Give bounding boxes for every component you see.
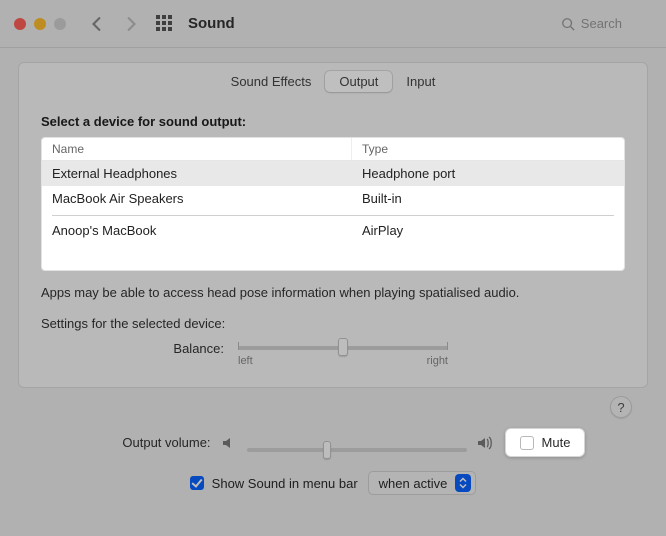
menubar-mode-value: when active	[379, 476, 448, 491]
mute-label: Mute	[542, 435, 571, 450]
output-device-heading: Select a device for sound output:	[19, 102, 647, 137]
search-placeholder: Search	[581, 16, 622, 31]
zoom-window-button[interactable]	[54, 18, 66, 30]
table-header: Name Type	[42, 138, 624, 161]
show-all-button[interactable]	[154, 13, 176, 35]
chevron-updown-icon	[455, 474, 471, 492]
window-controls	[14, 18, 66, 30]
spatial-audio-note: Apps may be able to access head pose inf…	[19, 271, 647, 306]
tab-output[interactable]: Output	[325, 71, 392, 92]
help-button[interactable]: ?	[610, 396, 632, 418]
device-type: AirPlay	[352, 218, 624, 243]
output-volume-label: Output volume:	[81, 435, 211, 450]
close-window-button[interactable]	[14, 18, 26, 30]
table-row[interactable]: Anoop's MacBook AirPlay	[42, 218, 624, 243]
mute-checkbox[interactable]: Mute	[505, 428, 586, 457]
table-row[interactable]: MacBook Air Speakers Built-in	[42, 186, 624, 211]
back-button[interactable]	[86, 13, 108, 35]
balance-thumb[interactable]	[338, 338, 348, 356]
speaker-high-icon	[477, 435, 495, 451]
show-in-menubar-label: Show Sound in menu bar	[212, 476, 358, 491]
toolbar: Sound Search	[0, 0, 666, 48]
show-in-menubar-checkbox[interactable]: Show Sound in menu bar	[190, 476, 358, 491]
menubar-mode-select[interactable]: when active	[368, 471, 477, 495]
speaker-low-icon	[221, 435, 237, 451]
volume-thumb[interactable]	[323, 441, 331, 459]
balance-slider[interactable]: left right	[238, 341, 448, 367]
checkbox-icon	[190, 476, 204, 490]
search-field[interactable]: Search	[561, 16, 622, 31]
output-device-table: Name Type External Headphones Headphone …	[41, 137, 625, 271]
sound-output-panel: Sound Effects Output Input Select a devi…	[18, 62, 648, 388]
column-type[interactable]: Type	[352, 138, 624, 160]
forward-button[interactable]	[120, 13, 142, 35]
device-name: External Headphones	[42, 161, 352, 186]
device-type: Built-in	[352, 186, 624, 211]
window-title: Sound	[188, 15, 235, 32]
balance-left-label: left	[238, 355, 253, 367]
table-separator	[52, 215, 614, 216]
device-name: MacBook Air Speakers	[42, 186, 352, 211]
footer: Output volume: Mute Show Sound in menu b…	[0, 402, 666, 503]
checkbox-icon	[520, 436, 534, 450]
help-icon: ?	[617, 400, 624, 415]
balance-control: Balance: left right	[19, 337, 647, 369]
output-volume-slider[interactable]	[247, 441, 467, 445]
minimize-window-button[interactable]	[34, 18, 46, 30]
device-settings-heading: Settings for the selected device:	[19, 306, 647, 337]
tab-bar: Sound Effects Output Input	[19, 71, 647, 92]
device-type: Headphone port	[352, 161, 624, 186]
column-name[interactable]: Name	[42, 138, 352, 160]
tab-input[interactable]: Input	[392, 71, 449, 92]
table-row[interactable]: External Headphones Headphone port	[42, 161, 624, 186]
balance-label: Balance:	[64, 341, 224, 356]
balance-right-label: right	[427, 355, 448, 367]
search-icon	[561, 17, 575, 31]
grid-icon	[156, 15, 174, 33]
tab-sound-effects[interactable]: Sound Effects	[217, 71, 326, 92]
device-name: Anoop's MacBook	[42, 218, 352, 243]
